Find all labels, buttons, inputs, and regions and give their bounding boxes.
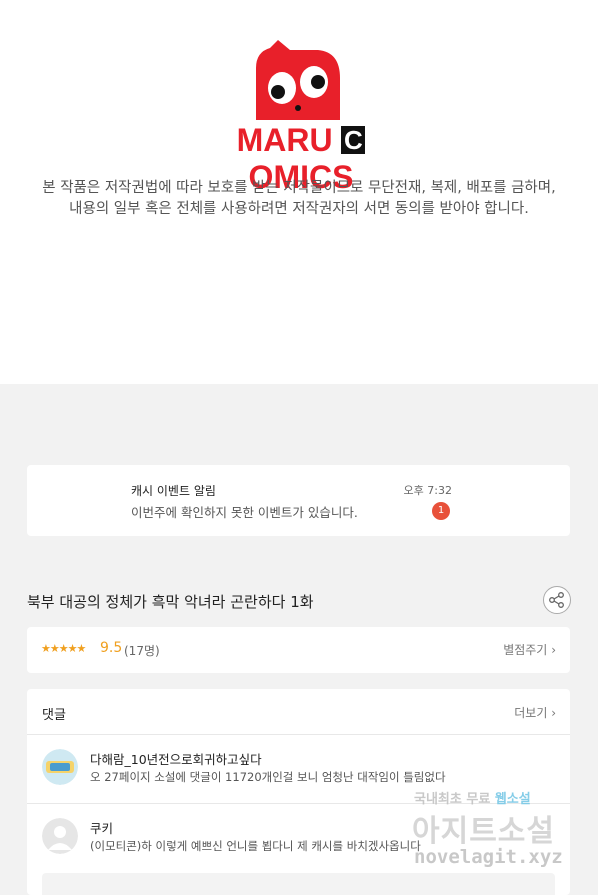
comment-input[interactable]: [42, 873, 555, 895]
share-button[interactable]: [543, 586, 571, 614]
comment-author: 다해람_10년전으로회귀하고싶다: [90, 752, 262, 767]
episode-title: 북부 대공의 정체가 흑막 악녀라 곤란하다 1화: [27, 593, 314, 611]
comment-text: (이모티콘)하 이렇게 예쁘신 언니를 뵙다니 제 캐시를 바치겠사옵니다: [90, 839, 421, 853]
more-label: 더보기: [514, 706, 548, 720]
rate-button-label: 별점주기: [503, 643, 548, 657]
owl-mascot-icon: [256, 40, 340, 120]
event-count-badge: 1: [432, 502, 450, 520]
default-avatar-icon: [42, 818, 78, 854]
comment-author: 쿠키: [90, 821, 114, 836]
copyright-notice: 본 작품은 저작권법에 따라 보호를 받는 저작물이므로 무단전재, 복제, 배…: [0, 178, 598, 220]
comments-section: 댓글 더보기 › 다해람_10년전으로회귀하고싶다 오 27페이지 소설에 댓글…: [27, 689, 570, 895]
rating-stars: ★★★★★: [41, 642, 86, 655]
rating-bar: ★★★★★ 9.5 (17명) 별점주기 ›: [27, 627, 570, 673]
comments-more-button[interactable]: 더보기 ›: [514, 704, 556, 721]
cash-event-notification[interactable]: 캐시 이벤트 알림 이번주에 확인하지 못한 이벤트가 있습니다. 오후 7:3…: [27, 465, 570, 536]
copyright-header: MARU COMICS 본 작품은 저작권법에 따라 보호를 받는 저작물이므로…: [0, 0, 598, 384]
comments-header: 댓글: [42, 708, 66, 723]
rating-count: (17명): [124, 644, 160, 658]
rating-score: 9.5: [100, 640, 123, 656]
notice-line-2: 내용의 일부 혹은 전체를 사용하려면 저작권자의 서면 동의를 받아야 합니다…: [69, 201, 529, 217]
user-avatar-icon: [42, 749, 78, 785]
comment-item[interactable]: 쿠키 (이모티콘)하 이렇게 예쁘신 언니를 뵙다니 제 캐시를 바치겠사옵니다: [27, 804, 570, 872]
notice-line-1: 본 작품은 저작권법에 따라 보호를 받는 저작물이므로 무단전재, 복제, 배…: [42, 180, 556, 196]
comment-item[interactable]: 다해람_10년전으로회귀하고싶다 오 27페이지 소설에 댓글이 11720개인…: [27, 735, 570, 803]
event-title: 캐시 이벤트 알림: [131, 484, 216, 498]
chevron-right-icon: ›: [551, 706, 556, 720]
event-message: 이번주에 확인하지 못한 이벤트가 있습니다.: [131, 505, 358, 520]
event-time: 오후 7:32: [403, 484, 452, 497]
rate-button[interactable]: 별점주기 ›: [503, 641, 556, 658]
comment-text: 오 27페이지 소설에 댓글이 11720개인걸 보니 엄청난 대작임이 틀림없…: [90, 770, 446, 784]
avatar: [42, 749, 78, 785]
share-icon: [549, 592, 564, 608]
avatar: [42, 818, 78, 854]
chevron-right-icon: ›: [551, 643, 556, 657]
maru-comics-logo: MARU COMICS: [186, 38, 416, 195]
